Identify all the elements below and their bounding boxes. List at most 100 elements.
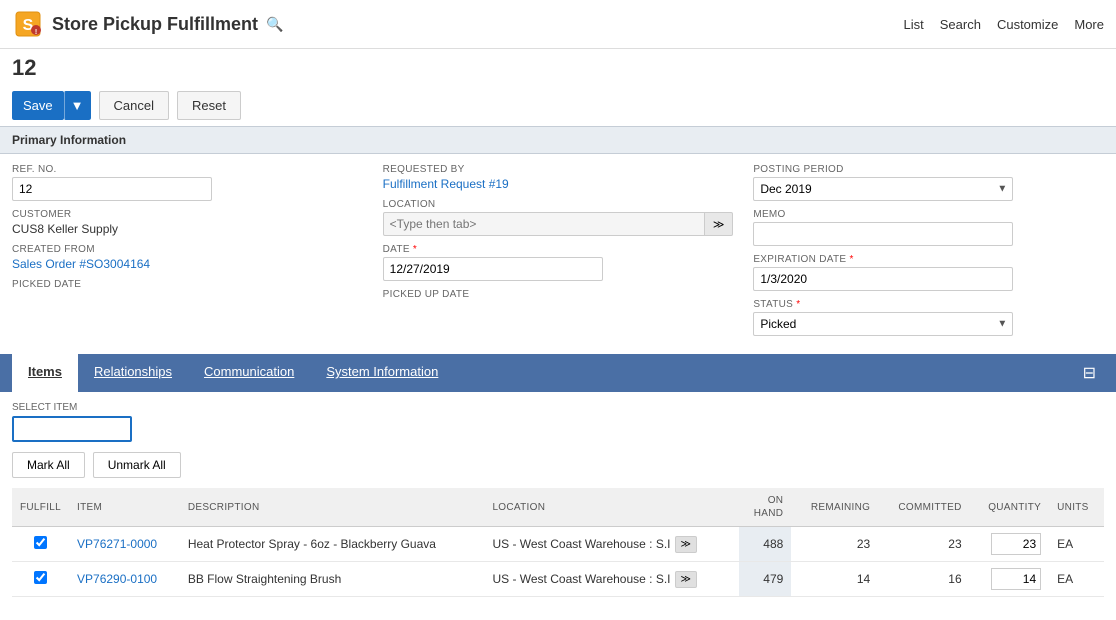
- fulfill-checkbox-cell: [12, 562, 69, 597]
- col-header-fulfill: FULFILL: [12, 488, 69, 527]
- status-group: STATUS * Picked ▼: [753, 299, 1104, 336]
- mark-all-button[interactable]: Mark All: [12, 452, 85, 478]
- ref-no-label: REF. NO.: [12, 164, 363, 175]
- search-link[interactable]: Search: [940, 17, 981, 32]
- col-header-remaining: REMAINING: [791, 488, 878, 527]
- col-header-location: LOCATION: [484, 488, 738, 527]
- app-title-area: S ! Store Pickup Fulfillment 🔍: [12, 8, 283, 40]
- fulfill-checkbox-cell: [12, 527, 69, 562]
- created-from-label: CREATED FROM: [12, 244, 363, 255]
- search-inline-icon[interactable]: 🔍: [266, 16, 283, 33]
- ref-no-input[interactable]: 12: [12, 177, 212, 201]
- tab-system-information[interactable]: System Information: [310, 354, 454, 392]
- committed-cell: 23: [878, 527, 969, 562]
- location-input[interactable]: [383, 212, 705, 236]
- requested-by-label: REQUESTED BY: [383, 164, 734, 175]
- form-col-1: REF. NO. 12 CUSTOMER CUS8 Keller Supply …: [12, 164, 363, 344]
- tab-items[interactable]: Items: [12, 354, 78, 392]
- item-code-cell: VP76290-0100: [69, 562, 180, 597]
- posting-period-label: POSTING PERIOD: [753, 164, 1104, 175]
- top-navigation: S ! Store Pickup Fulfillment 🔍 List Sear…: [0, 0, 1116, 49]
- units-cell: EA: [1049, 562, 1104, 597]
- date-group: DATE * 12/27/2019: [383, 244, 734, 281]
- created-from-group: CREATED FROM Sales Order #SO3004164: [12, 244, 363, 271]
- ref-no-group: REF. NO. 12: [12, 164, 363, 201]
- save-button[interactable]: Save: [12, 91, 64, 120]
- tab-relationships[interactable]: Relationships: [78, 354, 188, 392]
- record-number: 12: [0, 49, 1116, 85]
- mark-buttons-group: Mark All Unmark All: [12, 452, 1104, 478]
- cancel-button[interactable]: Cancel: [99, 91, 169, 120]
- description-cell: BB Flow Straightening Brush: [180, 562, 485, 597]
- status-select[interactable]: Picked: [753, 312, 1013, 336]
- location-text: US - West Coast Warehouse : S.I: [492, 537, 670, 551]
- item-code-cell: VP76271-0000: [69, 527, 180, 562]
- col-header-description: DESCRIPTION: [180, 488, 485, 527]
- units-cell: EA: [1049, 527, 1104, 562]
- tab-communication[interactable]: Communication: [188, 354, 310, 392]
- location-dropdown-btn-1[interactable]: ≫: [675, 571, 697, 588]
- status-label: STATUS *: [753, 299, 1104, 310]
- expiration-date-group: EXPIRATION DATE * 1/3/2020: [753, 254, 1104, 291]
- memo-label: MEMO: [753, 209, 1104, 220]
- primary-info-form: REF. NO. 12 CUSTOMER CUS8 Keller Supply …: [0, 154, 1116, 354]
- expiration-date-input[interactable]: 1/3/2020: [753, 267, 1013, 291]
- more-link[interactable]: More: [1074, 17, 1104, 32]
- col-header-item: ITEM: [69, 488, 180, 527]
- quantity-cell: [970, 562, 1050, 597]
- picked-date-label: PICKED DATE: [12, 279, 363, 290]
- fulfill-checkbox-0[interactable]: [34, 536, 47, 549]
- tabs-bar: Items Relationships Communication System…: [0, 354, 1116, 392]
- posting-period-select[interactable]: Dec 2019: [753, 177, 1013, 201]
- list-link[interactable]: List: [904, 17, 924, 32]
- save-dropdown-button[interactable]: ▼: [64, 91, 91, 120]
- form-col-2: REQUESTED BY Fulfillment Request #19 LOC…: [383, 164, 734, 344]
- location-dropdown-btn-0[interactable]: ≫: [675, 536, 697, 553]
- customer-value: CUS8 Keller Supply: [12, 222, 363, 236]
- on-hand-cell: 479: [739, 562, 792, 597]
- quantity-input-1[interactable]: [991, 568, 1041, 590]
- svg-text:!: !: [35, 29, 37, 36]
- picked-date-group: PICKED DATE: [12, 279, 363, 306]
- picked-date-value: [12, 292, 363, 306]
- items-table: FULFILL ITEM DESCRIPTION LOCATION ON HAN…: [12, 488, 1104, 597]
- posting-period-group: POSTING PERIOD Dec 2019 ▼: [753, 164, 1104, 201]
- expiration-date-label: EXPIRATION DATE *: [753, 254, 1104, 265]
- quantity-input-0[interactable]: [991, 533, 1041, 555]
- requested-by-link[interactable]: Fulfillment Request #19: [383, 177, 509, 191]
- col-header-quantity: QUANTITY: [970, 488, 1050, 527]
- unmark-all-button[interactable]: Unmark All: [93, 452, 181, 478]
- created-from-link[interactable]: Sales Order #SO3004164: [12, 257, 150, 271]
- created-from-value: Sales Order #SO3004164: [12, 257, 363, 271]
- description-cell: Heat Protector Spray - 6oz - Blackberry …: [180, 527, 485, 562]
- location-cell: US - West Coast Warehouse : S.I ≫: [484, 562, 738, 597]
- location-label: LOCATION: [383, 199, 734, 210]
- customize-link[interactable]: Customize: [997, 17, 1058, 32]
- date-input[interactable]: 12/27/2019: [383, 257, 603, 281]
- col-header-units: UNITS: [1049, 488, 1104, 527]
- select-item-input[interactable]: [12, 416, 132, 442]
- remaining-cell: 14: [791, 562, 878, 597]
- table-row: VP76271-0000 Heat Protector Spray - 6oz …: [12, 527, 1104, 562]
- tabs-list: Items Relationships Communication System…: [12, 354, 454, 392]
- reset-button[interactable]: Reset: [177, 91, 241, 120]
- action-bar: Save ▼ Cancel Reset: [0, 85, 1116, 126]
- page-title: Store Pickup Fulfillment: [52, 14, 258, 35]
- location-text: US - West Coast Warehouse : S.I: [492, 572, 670, 586]
- items-content: SELECT ITEM Mark All Unmark All FULFILL …: [0, 392, 1116, 607]
- col-header-on-hand: ON HAND: [739, 488, 792, 527]
- location-group: LOCATION ≫: [383, 199, 734, 236]
- location-dropdown-button[interactable]: ≫: [705, 212, 734, 236]
- memo-input[interactable]: [753, 222, 1013, 246]
- fulfill-checkbox-1[interactable]: [34, 571, 47, 584]
- customer-group: CUSTOMER CUS8 Keller Supply: [12, 209, 363, 236]
- customer-label: CUSTOMER: [12, 209, 363, 220]
- collapse-icon[interactable]: ⊟: [1075, 355, 1104, 391]
- committed-cell: 16: [878, 562, 969, 597]
- top-nav-links: List Search Customize More: [904, 17, 1104, 32]
- remaining-cell: 23: [791, 527, 878, 562]
- select-item-group: SELECT ITEM: [12, 402, 1104, 442]
- quantity-cell: [970, 527, 1050, 562]
- primary-info-header: Primary Information: [0, 126, 1116, 154]
- date-label: DATE *: [383, 244, 734, 255]
